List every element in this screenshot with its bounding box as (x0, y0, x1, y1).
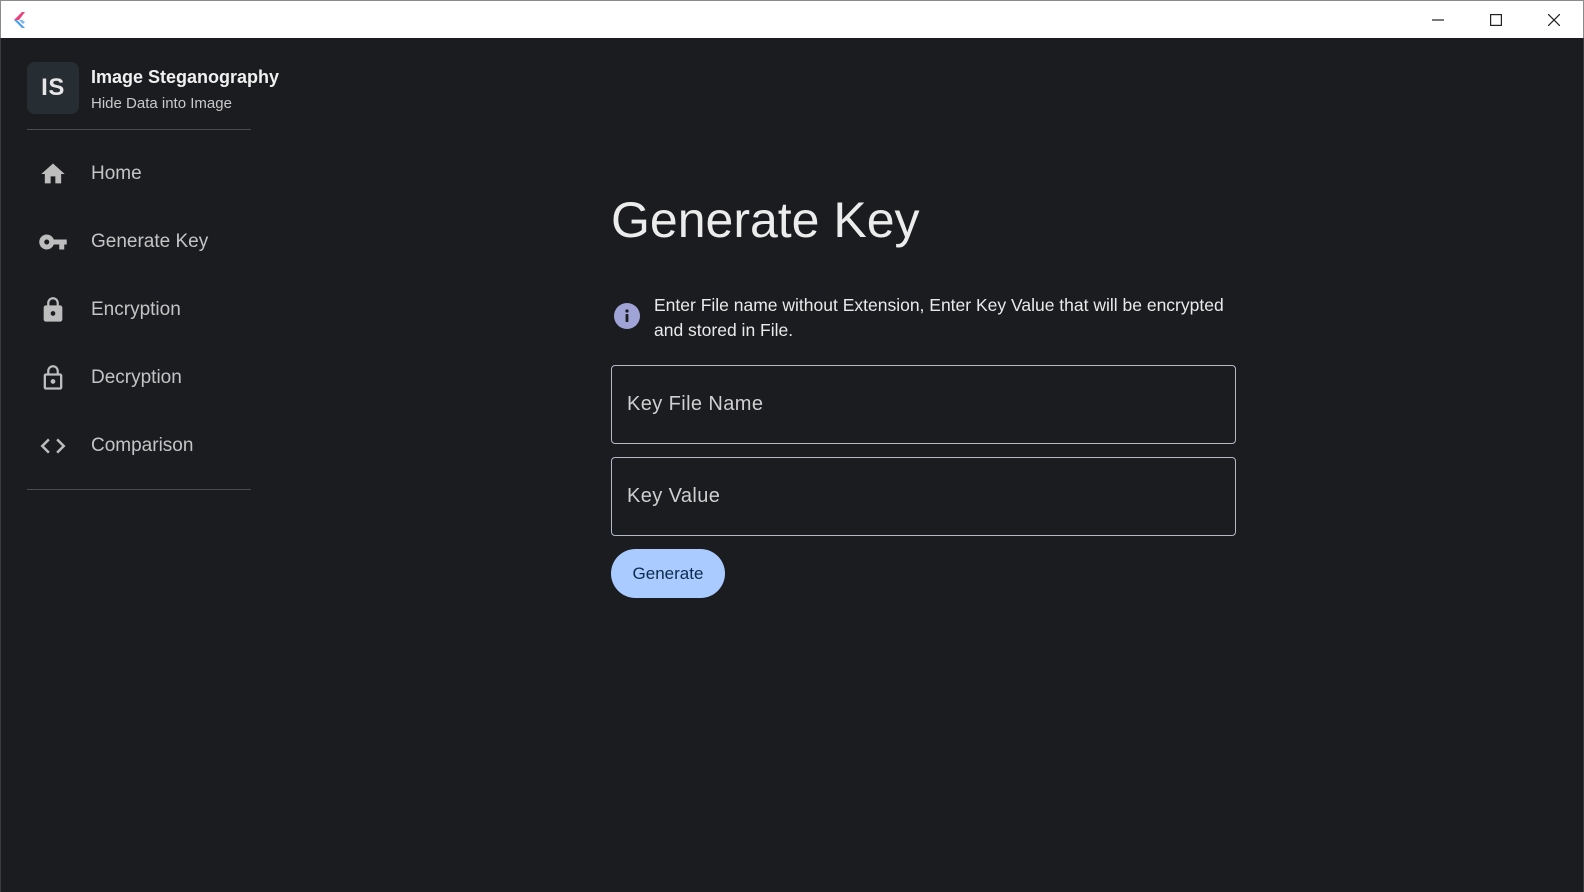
home-icon (27, 148, 79, 200)
close-button[interactable] (1525, 1, 1583, 39)
maximize-icon (1490, 14, 1502, 26)
sidebar-item-generate-key[interactable]: Generate Key (27, 216, 251, 268)
page-title: Generate Key (611, 192, 920, 248)
sidebar-divider-bottom (27, 489, 251, 490)
sidebar-divider-top (27, 129, 251, 130)
app-window: IS Image Steganography Hide Data into Im… (0, 38, 1584, 892)
key-value-field (611, 457, 1236, 536)
sidebar-item-encryption[interactable]: Encryption (27, 284, 251, 336)
key-file-name-field (611, 365, 1236, 444)
avatar: IS (27, 62, 79, 114)
sidebar-item-label: Generate Key (91, 231, 209, 252)
flutter-logo-icon (14, 12, 25, 28)
key-value-input[interactable] (612, 458, 1235, 535)
app-title: Image Steganography (91, 67, 280, 87)
lock-icon (27, 284, 79, 336)
close-icon (1548, 14, 1560, 26)
minimize-icon (1432, 19, 1444, 21)
sidebar-item-label: Encryption (91, 299, 181, 320)
info-icon (614, 303, 640, 329)
key-file-name-input[interactable] (612, 366, 1235, 443)
key-icon (27, 216, 79, 268)
sidebar-item-decryption[interactable]: Decryption (27, 352, 251, 404)
lock-open-icon (27, 352, 79, 404)
info-message: Enter File name without Extension, Enter… (654, 295, 1224, 340)
sidebar-item-label: Home (91, 163, 142, 184)
sidebar-item-comparison[interactable]: Comparison (27, 420, 251, 472)
minimize-button[interactable] (1409, 1, 1467, 39)
sidebar-item-label: Comparison (91, 435, 194, 456)
maximize-button[interactable] (1467, 1, 1525, 39)
window-titlebar (0, 0, 1584, 38)
sidebar-item-label: Decryption (91, 367, 182, 388)
code-icon (27, 420, 79, 472)
generate-button[interactable]: Generate (611, 549, 725, 598)
sidebar-item-home[interactable]: Home (27, 148, 251, 200)
app-subtitle: Hide Data into Image (91, 95, 232, 112)
